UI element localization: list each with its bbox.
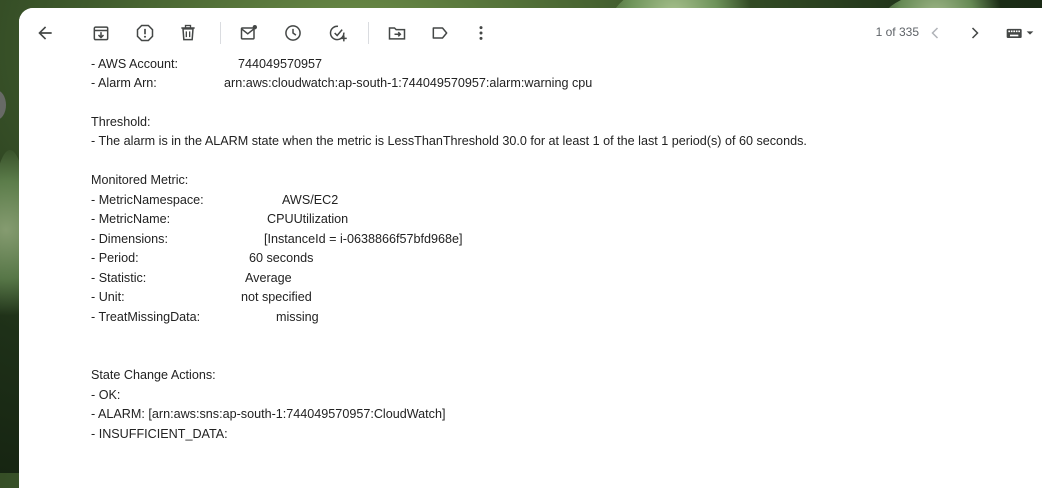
alarm-arn-label: - Alarm Arn: bbox=[91, 76, 157, 90]
move-to-icon bbox=[388, 27, 406, 40]
metric-value: [InstanceId = i-0638866f57bfd968e] bbox=[264, 232, 463, 246]
report-spam-icon bbox=[136, 24, 154, 42]
metric-label: - Period: bbox=[91, 251, 139, 265]
metric-label: - Statistic: bbox=[91, 271, 147, 285]
monitored-metric-heading: Monitored Metric: bbox=[91, 173, 189, 187]
metric-value: 60 seconds bbox=[249, 251, 314, 265]
move-to-button[interactable] bbox=[382, 18, 412, 48]
metric-value: not specified bbox=[241, 290, 312, 304]
arrow-back-icon bbox=[38, 26, 52, 40]
metric-line: - Unit: not specified bbox=[91, 288, 312, 306]
action-alarm-line: - ALARM: [arn:aws:sns:ap-south-1:7440495… bbox=[91, 407, 446, 421]
add-to-tasks-button[interactable] bbox=[323, 18, 353, 48]
action-ok-line: - OK: bbox=[91, 388, 121, 402]
back-button[interactable] bbox=[30, 18, 60, 48]
email-body: - AWS Account: 744049570957 - Alarm Arn:… bbox=[91, 55, 1042, 488]
metric-label: - MetricName: bbox=[91, 212, 171, 226]
toolbar-divider bbox=[368, 22, 369, 44]
keyboard-icon bbox=[1006, 28, 1034, 38]
alarm-arn-line: - Alarm Arn: arn:aws:cloudwatch:ap-south… bbox=[91, 74, 592, 92]
metric-label: - MetricNamespace: bbox=[91, 193, 204, 207]
labels-button[interactable] bbox=[425, 18, 455, 48]
metric-label: - TreatMissingData: bbox=[91, 310, 201, 324]
email-view-panel: 1 of 335 - AWS Account: 744049570957 - A… bbox=[19, 8, 1042, 488]
alarm-arn-value: arn:aws:cloudwatch:ap-south-1:7440495709… bbox=[224, 76, 593, 90]
aws-account-label: - AWS Account: bbox=[91, 57, 179, 71]
aws-account-line: - AWS Account: 744049570957 bbox=[91, 55, 322, 73]
report-spam-button[interactable] bbox=[130, 18, 160, 48]
more-options-button[interactable] bbox=[466, 18, 496, 48]
metric-value: CPUUtilization bbox=[267, 212, 349, 226]
chevron-right-icon bbox=[971, 27, 979, 39]
metric-line: - Dimensions: [InstanceId = i-0638866f57… bbox=[91, 230, 463, 248]
metric-line: - Statistic: Average bbox=[91, 269, 292, 287]
metric-line: - TreatMissingData: missing bbox=[91, 308, 319, 326]
metric-value: Average bbox=[245, 271, 292, 285]
threshold-text: - The alarm is in the ALARM state when t… bbox=[91, 134, 807, 148]
newer-button[interactable] bbox=[920, 18, 950, 48]
mark-unread-icon bbox=[240, 25, 257, 40]
state-change-actions-heading: State Change Actions: bbox=[91, 368, 216, 382]
email-toolbar: 1 of 335 bbox=[19, 8, 1042, 58]
input-tools-button[interactable] bbox=[997, 18, 1042, 48]
more-vert-icon bbox=[479, 26, 483, 40]
mark-unread-button[interactable] bbox=[234, 18, 264, 48]
snooze-icon bbox=[285, 25, 301, 41]
chevron-left-icon bbox=[931, 27, 939, 39]
action-insufficient-data-line: - INSUFFICIENT_DATA: bbox=[91, 427, 228, 441]
delete-button[interactable] bbox=[173, 18, 203, 48]
metric-line: - MetricNamespace: AWS/EC2 bbox=[91, 191, 338, 209]
archive-button[interactable] bbox=[86, 18, 116, 48]
metric-line: - MetricName: CPUUtilization bbox=[91, 210, 348, 228]
older-button[interactable] bbox=[960, 18, 990, 48]
metric-value: missing bbox=[276, 310, 319, 324]
metric-label: - Dimensions: bbox=[91, 232, 168, 246]
metric-value: AWS/EC2 bbox=[282, 193, 339, 207]
background-fragment bbox=[0, 90, 6, 120]
threshold-heading: Threshold: bbox=[91, 115, 151, 129]
metric-label: - Unit: bbox=[91, 290, 125, 304]
toolbar-divider bbox=[220, 22, 221, 44]
metric-line: - Period: 60 seconds bbox=[91, 249, 313, 267]
add-task-icon bbox=[329, 25, 347, 42]
label-icon bbox=[432, 27, 448, 39]
aws-account-value: 744049570957 bbox=[238, 57, 323, 71]
pagination-count: 1 of 335 bbox=[875, 25, 919, 39]
archive-icon bbox=[93, 26, 109, 41]
snooze-button[interactable] bbox=[278, 18, 308, 48]
delete-icon bbox=[181, 24, 195, 41]
